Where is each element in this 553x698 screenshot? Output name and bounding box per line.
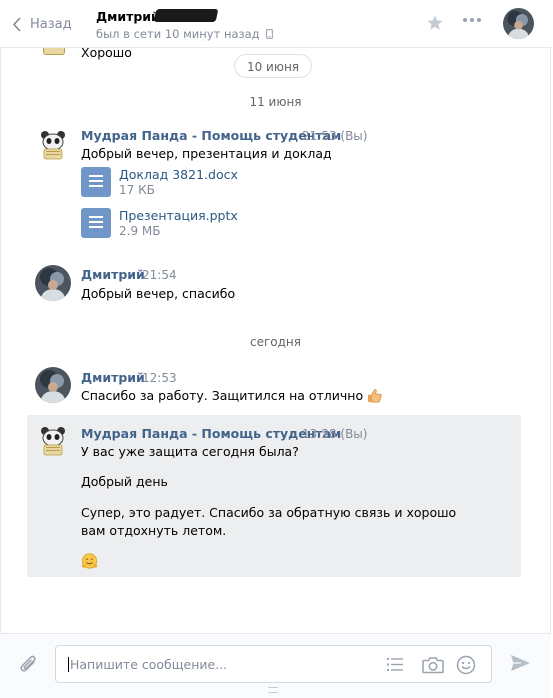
document-name[interactable]: Доклад 3821.docx	[119, 167, 238, 182]
more-options-icon[interactable]	[462, 17, 482, 23]
document-name[interactable]: Презентация.pptx	[119, 208, 238, 223]
redaction-mark	[153, 9, 219, 22]
peer-status: был в сети 10 минут назад	[96, 27, 273, 41]
message-composer: Напишите сообщение...	[0, 633, 551, 698]
document-size: 2.9 МБ	[119, 224, 161, 238]
mobile-phone-icon	[265, 29, 273, 39]
paperclip-icon[interactable]	[18, 653, 40, 675]
message-time[interactable]: 12:53	[142, 371, 177, 385]
date-pill[interactable]: 10 июня	[234, 54, 312, 78]
hugging-face-emoji-icon	[81, 553, 98, 569]
text-caret	[68, 657, 69, 672]
star-icon[interactable]	[426, 14, 444, 32]
peer-name[interactable]: Дмитрий	[96, 9, 160, 24]
peer-status-text: был в сети 10 минут назад	[96, 27, 260, 41]
message-input-placeholder: Напишите сообщение...	[70, 657, 228, 672]
document-size: 17 КБ	[119, 183, 155, 197]
message-time[interactable]: 21:53 (Вы)	[302, 129, 367, 143]
message-line: Супер, это радует. Спасибо за обратную с…	[81, 505, 457, 538]
date-separator: сегодня	[250, 335, 301, 349]
message-text: Спасибо за работу. Защитился на отлично	[81, 388, 364, 403]
message-text: Добрый вечер, спасибо	[81, 286, 236, 301]
message-input[interactable]: Напишите сообщение...	[55, 645, 492, 683]
thumbs-up-icon	[368, 389, 382, 403]
sender-avatar[interactable]	[35, 127, 71, 163]
message-author[interactable]: Дмитрий	[81, 370, 145, 385]
message-line: У вас уже защита сегодня была?	[81, 444, 299, 459]
document-icon[interactable]	[81, 167, 111, 197]
sender-avatar[interactable]	[35, 367, 71, 403]
back-label: Назад	[30, 16, 72, 32]
sender-avatar[interactable]	[35, 423, 71, 459]
document-icon[interactable]	[81, 208, 111, 238]
message-time[interactable]: 21:54	[142, 268, 177, 282]
previous-message-text: Хорошо	[81, 48, 132, 60]
send-icon[interactable]	[510, 654, 531, 672]
message-time[interactable]: 13:28 (Вы)	[302, 427, 367, 441]
peer-avatar[interactable]	[503, 8, 534, 39]
resize-grip[interactable]	[268, 687, 278, 693]
chat-header: Назад Дмитрий был в сети 10 минут назад	[0, 0, 551, 48]
emoji-smile-icon[interactable]	[456, 655, 476, 675]
message-text-row: Спасибо за работу. Защитился на отлично	[81, 388, 382, 403]
date-separator: 11 июня	[249, 95, 302, 109]
chevron-left-icon	[12, 16, 21, 32]
previous-message-sticker	[43, 48, 65, 55]
templates-list-icon[interactable]	[387, 657, 403, 672]
message-author[interactable]: Дмитрий	[81, 267, 145, 282]
back-button[interactable]: Назад	[12, 14, 72, 34]
sender-avatar[interactable]	[35, 265, 71, 301]
camera-icon[interactable]	[422, 656, 444, 674]
message-history[interactable]: Хорошо 10 июня 11 июня Мудрая Панда - По…	[0, 48, 551, 633]
message-line: Добрый день	[81, 474, 168, 489]
message-text: Добрый вечер, презентация и доклад	[81, 146, 332, 161]
